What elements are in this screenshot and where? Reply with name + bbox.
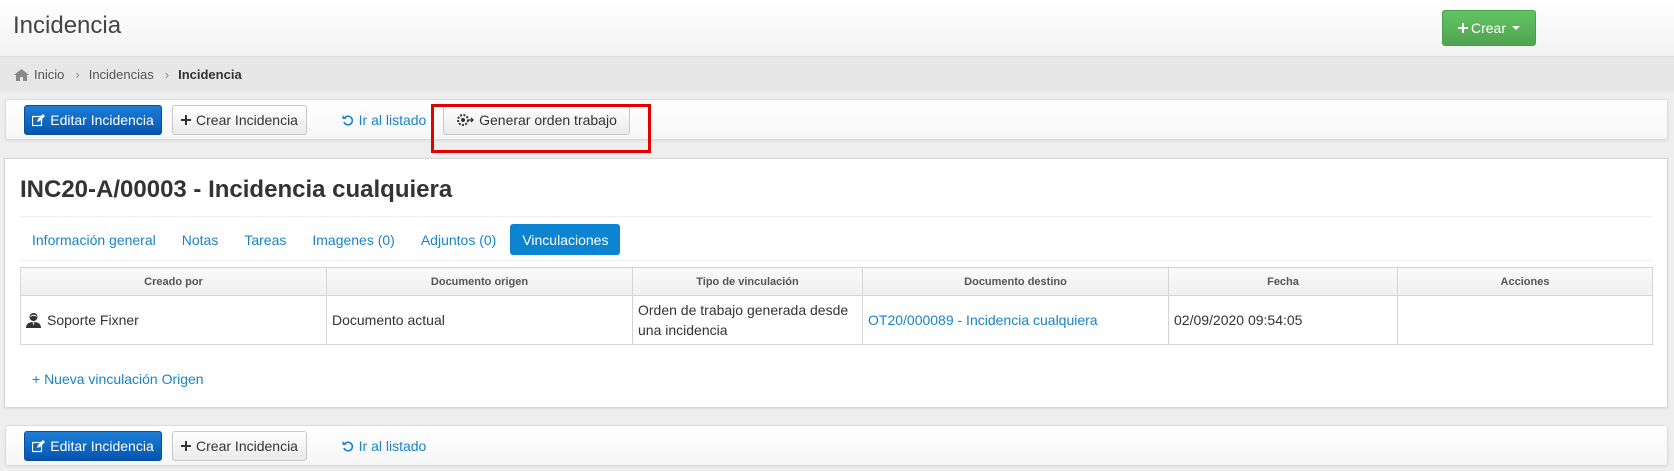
column-header-link-type: Tipo de vinculación — [632, 267, 863, 296]
document-panel: INC20-A/00003 - Incidencia cualquiera In… — [4, 158, 1668, 408]
plus-icon — [1457, 23, 1468, 33]
undo-icon — [342, 440, 354, 452]
edit-incidencia-button[interactable]: Editar Incidencia — [24, 431, 162, 461]
column-header-date: Fecha — [1168, 267, 1398, 296]
links-table: Creado por Documento origen Tipo de vinc… — [20, 267, 1653, 345]
cell-actions — [1397, 295, 1653, 345]
breadcrumb: Inicio › Incidencias › Incidencia — [0, 57, 1674, 92]
cell-target: OT20/000089 - Incidencia cualquiera — [862, 295, 1169, 345]
undo-icon — [342, 114, 354, 126]
home-icon — [14, 68, 29, 81]
top-bar: Incidencia Crear — [0, 0, 1674, 57]
page-title: Incidencia — [13, 12, 122, 39]
table-row: Soporte Fixner Documento actual Orden de… — [20, 295, 1653, 345]
edit-incidencia-button[interactable]: Editar Incidencia — [24, 105, 162, 135]
breadcrumb-current: Incidencia — [178, 67, 242, 82]
edit-icon — [32, 113, 46, 127]
tab-imagenes[interactable]: Imagenes (0) — [300, 224, 406, 255]
go-to-list-link[interactable]: Ir al listado — [339, 105, 429, 135]
chevron-right-icon: › — [75, 67, 80, 82]
column-header-created-by: Creado por — [20, 267, 327, 296]
create-incidencia-button[interactable]: Crear Incidencia — [172, 105, 307, 135]
plus-icon — [181, 115, 192, 125]
gear-arrow-icon — [456, 113, 475, 127]
user-icon — [26, 312, 41, 328]
create-dropdown-button[interactable]: Crear — [1442, 10, 1536, 46]
divider — [20, 260, 1652, 261]
generate-work-order-button[interactable]: Generar orden trabajo — [443, 105, 630, 135]
target-document-link[interactable]: OT20/000089 - Incidencia cualquiera — [868, 312, 1098, 328]
column-header-target: Documento destino — [862, 267, 1169, 296]
create-incidencia-button[interactable]: Crear Incidencia — [172, 431, 307, 461]
action-toolbar-top: Editar Incidencia Crear Incidencia Ir al… — [5, 99, 1668, 140]
go-to-list-link[interactable]: Ir al listado — [339, 431, 429, 461]
tab-notas[interactable]: Notas — [170, 224, 231, 255]
tab-vinculaciones[interactable]: Vinculaciones — [510, 224, 621, 255]
go-to-list-label: Ir al listado — [358, 438, 427, 454]
created-by-text: Soporte Fixner — [47, 312, 139, 328]
action-toolbar-bottom: Editar Incidencia Crear Incidencia Ir al… — [5, 425, 1668, 466]
caret-down-icon — [1512, 26, 1520, 30]
tab-tareas[interactable]: Tareas — [232, 224, 298, 255]
go-to-list-label: Ir al listado — [358, 112, 427, 128]
tab-bar: Información general Notas Tareas Imagene… — [20, 224, 622, 256]
create-button-label: Crear — [1470, 20, 1506, 36]
cell-date: 02/09/2020 09:54:05 — [1168, 295, 1398, 345]
tab-adjuntos[interactable]: Adjuntos (0) — [409, 224, 508, 255]
cell-origin: Documento actual — [326, 295, 633, 345]
divider — [20, 216, 1652, 217]
table-header-row: Creado por Documento origen Tipo de vinc… — [20, 267, 1653, 296]
tab-informacion-general[interactable]: Información general — [20, 224, 168, 255]
edit-icon — [32, 439, 46, 453]
document-title: INC20-A/00003 - Incidencia cualquiera — [20, 176, 453, 203]
plus-icon — [181, 441, 192, 451]
cell-created-by: Soporte Fixner — [20, 295, 327, 345]
breadcrumb-incidencias[interactable]: Incidencias — [89, 67, 154, 82]
add-origin-link[interactable]: + Nueva vinculación Origen — [32, 371, 204, 387]
generate-work-order-label: Generar orden trabajo — [479, 112, 617, 128]
edit-incidencia-label: Editar Incidencia — [50, 438, 154, 454]
column-header-actions: Acciones — [1397, 267, 1653, 296]
breadcrumb-home-label: Inicio — [34, 67, 65, 82]
cell-link-type: Orden de trabajo generada desde una inci… — [632, 295, 863, 345]
column-header-origin: Documento origen — [326, 267, 633, 296]
create-incidencia-label: Crear Incidencia — [196, 438, 298, 454]
chevron-right-icon: › — [164, 67, 170, 82]
breadcrumb-home[interactable]: Inicio — [14, 67, 64, 82]
edit-incidencia-label: Editar Incidencia — [50, 112, 154, 128]
create-incidencia-label: Crear Incidencia — [196, 112, 298, 128]
